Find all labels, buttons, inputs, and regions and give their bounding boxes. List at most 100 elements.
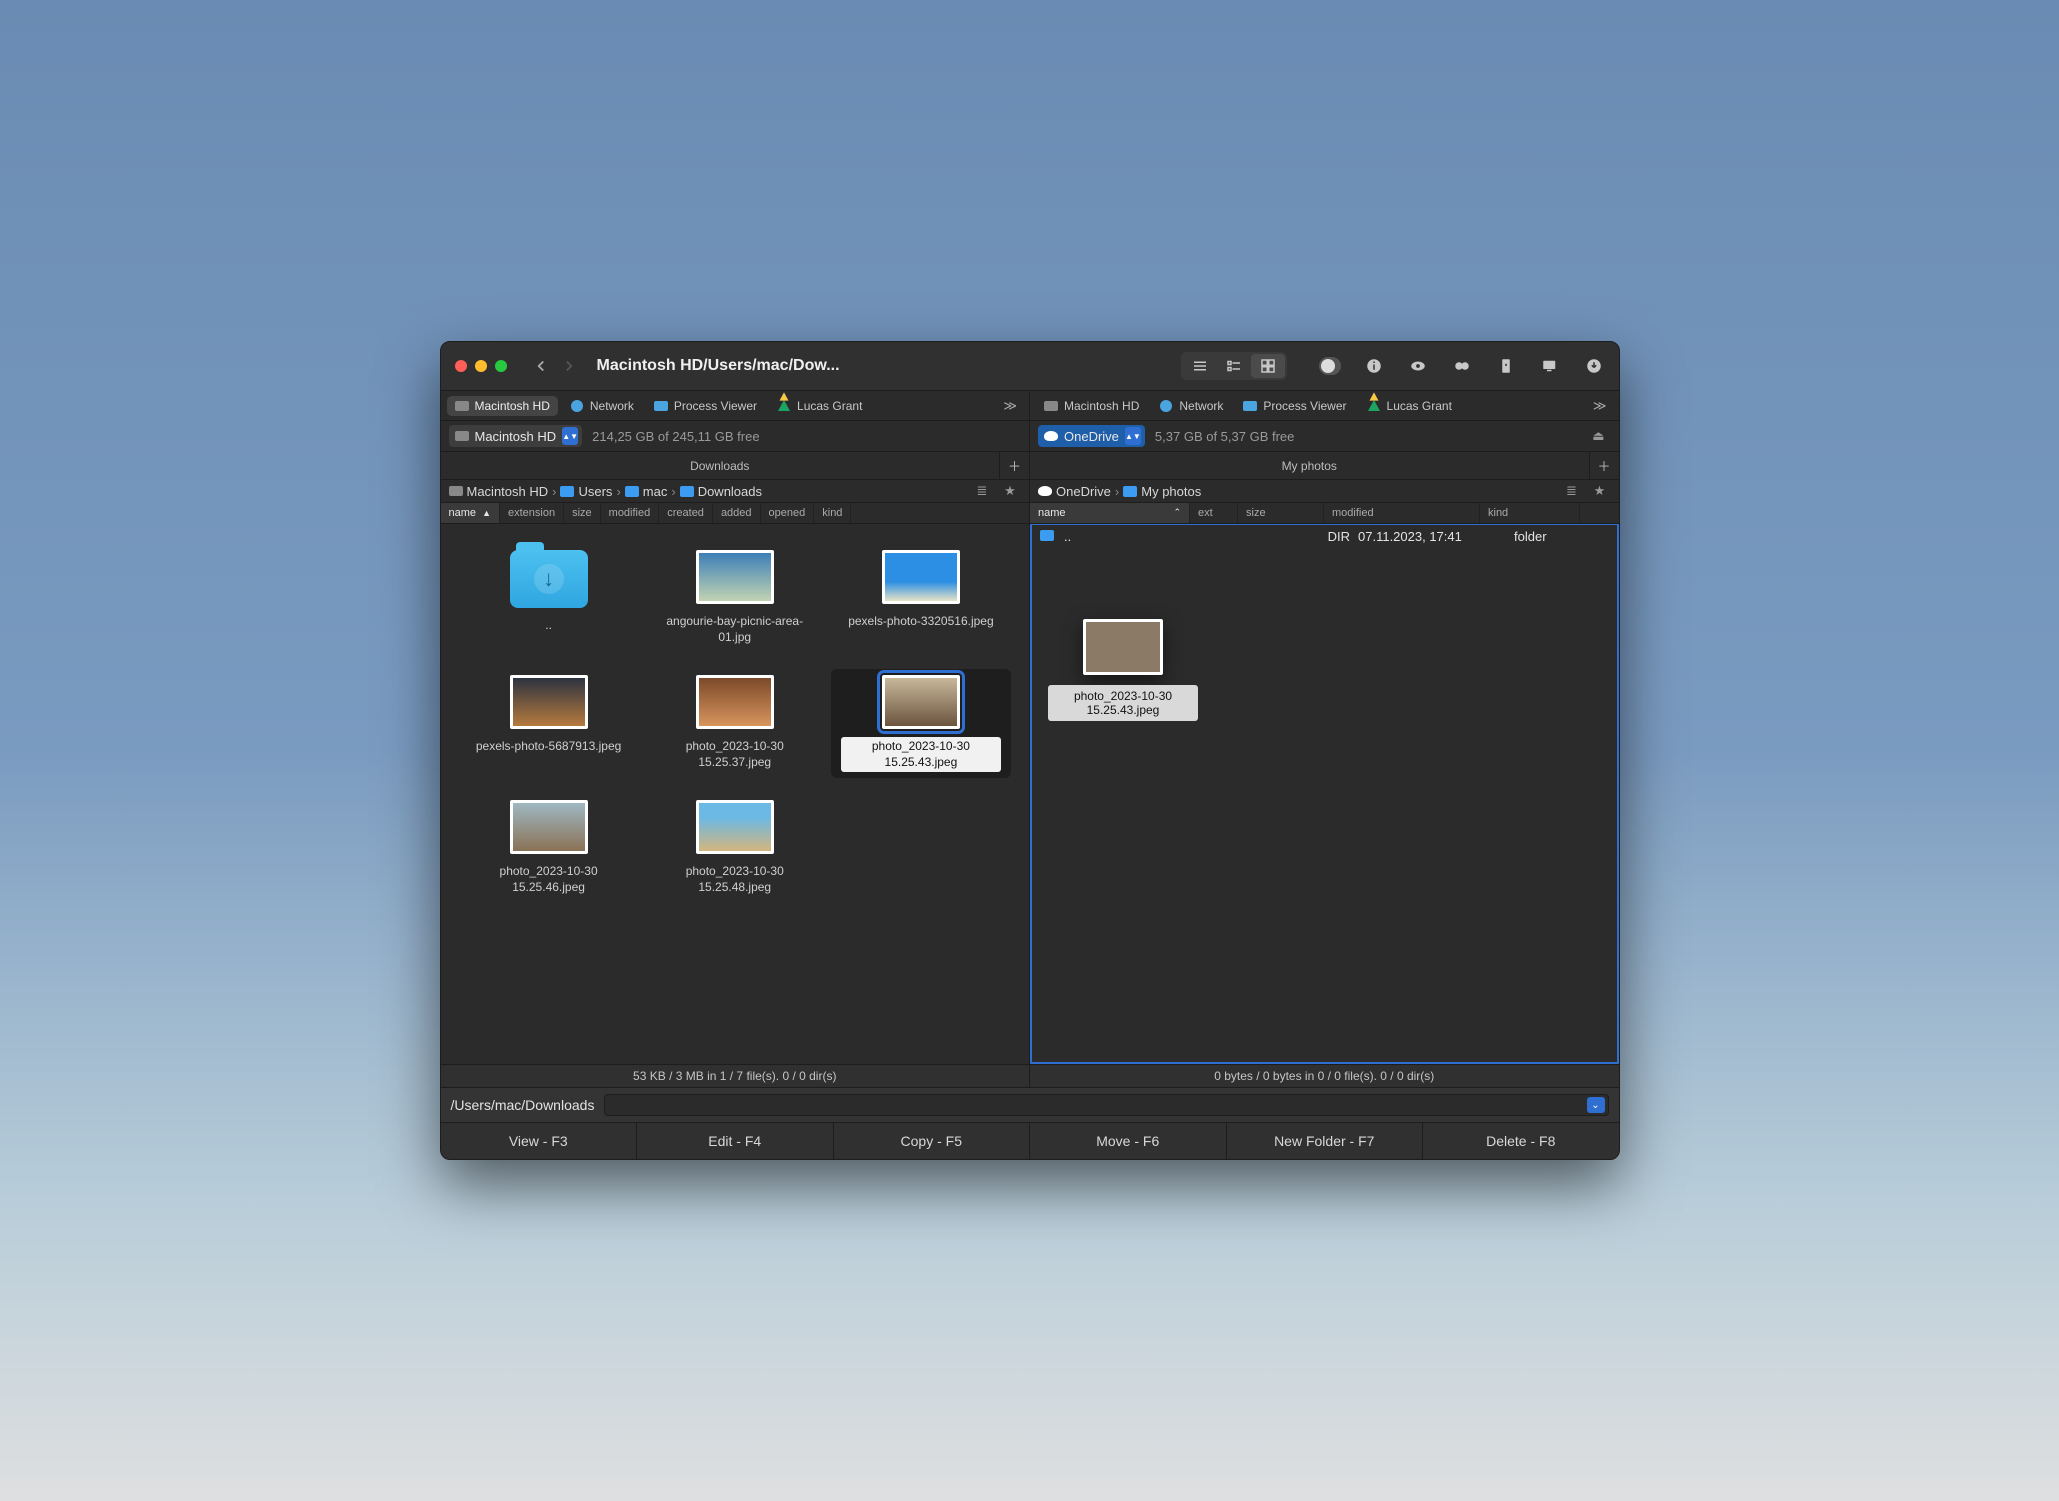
list-cell: folder bbox=[1514, 529, 1609, 544]
breadcrumb-right: OneDrive › My photos ≣ ★ bbox=[1029, 480, 1619, 503]
column-header[interactable]: name⌃ bbox=[1030, 503, 1190, 523]
column-header[interactable]: extension bbox=[500, 503, 564, 523]
favorite-icon[interactable]: ★ bbox=[1589, 483, 1611, 499]
more-tabs-icon[interactable]: ≫ bbox=[997, 398, 1023, 414]
drag-ghost-label: photo_2023-10-30 15.25.43.jpeg bbox=[1048, 685, 1198, 721]
column-header[interactable]: modified bbox=[601, 503, 660, 523]
file-item[interactable]: photo_2023-10-30 15.25.43.jpeg bbox=[831, 669, 1011, 778]
app-window: Macintosh HD/Users/mac/Dow... Macintosh … bbox=[440, 341, 1620, 1160]
tab-label: Macintosh HD bbox=[475, 399, 550, 413]
right-pane-tabs: Macintosh HD Network Process Viewer Lucas G… bbox=[1029, 391, 1619, 421]
location-tab[interactable]: Network bbox=[562, 396, 642, 416]
file-name-label: photo_2023-10-30 15.25.48.jpeg bbox=[655, 862, 815, 897]
fkey-button[interactable]: View - F3 bbox=[441, 1123, 638, 1159]
content-tab-left[interactable]: Downloads bbox=[441, 455, 1000, 477]
tab-label: Process Viewer bbox=[1263, 399, 1346, 413]
right-pane-droptarget[interactable]: ..DIR07.11.2023, 17:41folder photo_2023-… bbox=[1030, 524, 1619, 1064]
file-item[interactable]: photo_2023-10-30 15.25.37.jpeg bbox=[645, 669, 825, 778]
location-tab[interactable]: Macintosh HD bbox=[447, 396, 558, 416]
column-header[interactable]: opened bbox=[761, 503, 815, 523]
drive-pill-right[interactable]: OneDrive ▲▼ bbox=[1038, 425, 1145, 447]
path-dropdown-icon[interactable]: ⌄ bbox=[1587, 1097, 1605, 1113]
file-item[interactable]: pexels-photo-3320516.jpeg bbox=[831, 544, 1011, 653]
download-icon[interactable] bbox=[1583, 355, 1605, 377]
left-pane[interactable]: ..angourie-bay-picnic-area-01.jpgpexels-… bbox=[441, 524, 1030, 1064]
close-button[interactable] bbox=[455, 360, 467, 372]
eject-icon[interactable]: ⏏ bbox=[1592, 428, 1610, 444]
drive-dropdown-icon[interactable]: ▲▼ bbox=[1125, 427, 1141, 445]
list-mode-icon[interactable]: ≣ bbox=[971, 483, 993, 499]
path-input[interactable]: ⌄ bbox=[604, 1094, 1608, 1116]
file-item[interactable]: angourie-bay-picnic-area-01.jpg bbox=[645, 544, 825, 653]
drive-dropdown-icon[interactable]: ▲▼ bbox=[562, 427, 578, 445]
location-tab[interactable]: Network bbox=[1151, 396, 1231, 416]
column-header[interactable]: created bbox=[659, 503, 713, 523]
fkey-button[interactable]: Copy - F5 bbox=[834, 1123, 1031, 1159]
gd-icon bbox=[778, 400, 790, 411]
column-header[interactable]: ext bbox=[1190, 503, 1238, 523]
quicklook-icon[interactable] bbox=[1407, 355, 1429, 377]
icon-grid: ..angourie-bay-picnic-area-01.jpgpexels-… bbox=[441, 524, 1030, 924]
breadcrumb-segment[interactable]: mac bbox=[643, 484, 668, 499]
location-tab[interactable]: Macintosh HD bbox=[1036, 396, 1147, 416]
location-tab[interactable]: Process Viewer bbox=[1235, 396, 1354, 416]
network-share-icon[interactable] bbox=[1539, 355, 1561, 377]
view-list-icon[interactable] bbox=[1183, 354, 1217, 378]
add-tab-left[interactable]: ＋ bbox=[999, 452, 1029, 479]
breadcrumb-segment[interactable]: Macintosh HD bbox=[467, 484, 549, 499]
breadcrumb-segment[interactable]: Users bbox=[578, 484, 612, 499]
column-header[interactable]: modified bbox=[1324, 503, 1480, 523]
fkey-button[interactable]: Edit - F4 bbox=[637, 1123, 834, 1159]
right-pane[interactable]: ..DIR07.11.2023, 17:41folder photo_2023-… bbox=[1029, 524, 1619, 1064]
fkey-button[interactable]: Delete - F8 bbox=[1423, 1123, 1619, 1159]
column-header[interactable]: kind bbox=[1480, 503, 1580, 523]
breadcrumb-segment[interactable]: My photos bbox=[1141, 484, 1201, 499]
column-header[interactable]: size bbox=[564, 503, 601, 523]
right-drive-selector: OneDrive ▲▼ 5,37 GB of 5,37 GB free ⏏ bbox=[1029, 421, 1619, 452]
file-item[interactable]: pexels-photo-5687913.jpeg bbox=[459, 669, 639, 778]
breadcrumb-separator: › bbox=[671, 484, 675, 499]
tab-label: Lucas Grant bbox=[1387, 399, 1452, 413]
hidden-files-toggle-icon[interactable] bbox=[1319, 355, 1341, 377]
location-tab[interactable]: Lucas Grant bbox=[1359, 396, 1460, 416]
nav-forward-button[interactable] bbox=[557, 354, 581, 378]
column-header[interactable]: added bbox=[713, 503, 761, 523]
info-icon[interactable] bbox=[1363, 355, 1385, 377]
fkey-button[interactable]: New Folder - F7 bbox=[1227, 1123, 1424, 1159]
image-thumbnail bbox=[882, 675, 960, 729]
list-row[interactable]: ..DIR07.11.2023, 17:41folder bbox=[1032, 525, 1617, 548]
favorite-icon[interactable]: ★ bbox=[999, 483, 1021, 499]
fkey-button[interactable]: Move - F6 bbox=[1030, 1123, 1227, 1159]
add-tab-right[interactable]: ＋ bbox=[1589, 452, 1619, 479]
nav-back-button[interactable] bbox=[529, 354, 553, 378]
file-name-label: pexels-photo-5687913.jpeg bbox=[472, 737, 625, 757]
file-name-label: photo_2023-10-30 15.25.37.jpeg bbox=[655, 737, 815, 772]
drag-ghost: photo_2023-10-30 15.25.43.jpeg bbox=[1048, 619, 1198, 721]
path-text: /Users/mac/Downloads bbox=[451, 1097, 595, 1113]
folder-icon bbox=[1040, 530, 1054, 541]
location-tab[interactable]: Lucas Grant bbox=[769, 396, 870, 416]
breadcrumb-segment[interactable]: Downloads bbox=[698, 484, 762, 499]
view-grid-icon[interactable] bbox=[1251, 354, 1285, 378]
breadcrumb-separator: › bbox=[552, 484, 556, 499]
column-header[interactable]: name ▲ bbox=[441, 503, 501, 523]
column-header[interactable]: kind bbox=[814, 503, 851, 523]
tab-label: Macintosh HD bbox=[1064, 399, 1139, 413]
parent-folder-item[interactable]: .. bbox=[459, 544, 639, 653]
location-tab[interactable]: Process Viewer bbox=[646, 396, 765, 416]
column-header[interactable]: size bbox=[1238, 503, 1324, 523]
list-mode-icon[interactable]: ≣ bbox=[1561, 483, 1583, 499]
minimize-button[interactable] bbox=[475, 360, 487, 372]
find-icon[interactable] bbox=[1451, 355, 1473, 377]
view-columns-icon[interactable] bbox=[1217, 354, 1251, 378]
more-tabs-icon[interactable]: ≫ bbox=[1587, 398, 1613, 414]
breadcrumb-separator: › bbox=[1115, 484, 1119, 499]
archive-icon[interactable] bbox=[1495, 355, 1517, 377]
zoom-button[interactable] bbox=[495, 360, 507, 372]
file-item[interactable]: photo_2023-10-30 15.25.46.jpeg bbox=[459, 794, 639, 903]
content-tab-right[interactable]: My photos bbox=[1030, 455, 1589, 477]
file-item[interactable]: photo_2023-10-30 15.25.48.jpeg bbox=[645, 794, 825, 903]
drive-pill-left[interactable]: Macintosh HD ▲▼ bbox=[449, 425, 583, 447]
breadcrumb-segment[interactable]: OneDrive bbox=[1056, 484, 1111, 499]
mon-icon bbox=[654, 401, 668, 411]
